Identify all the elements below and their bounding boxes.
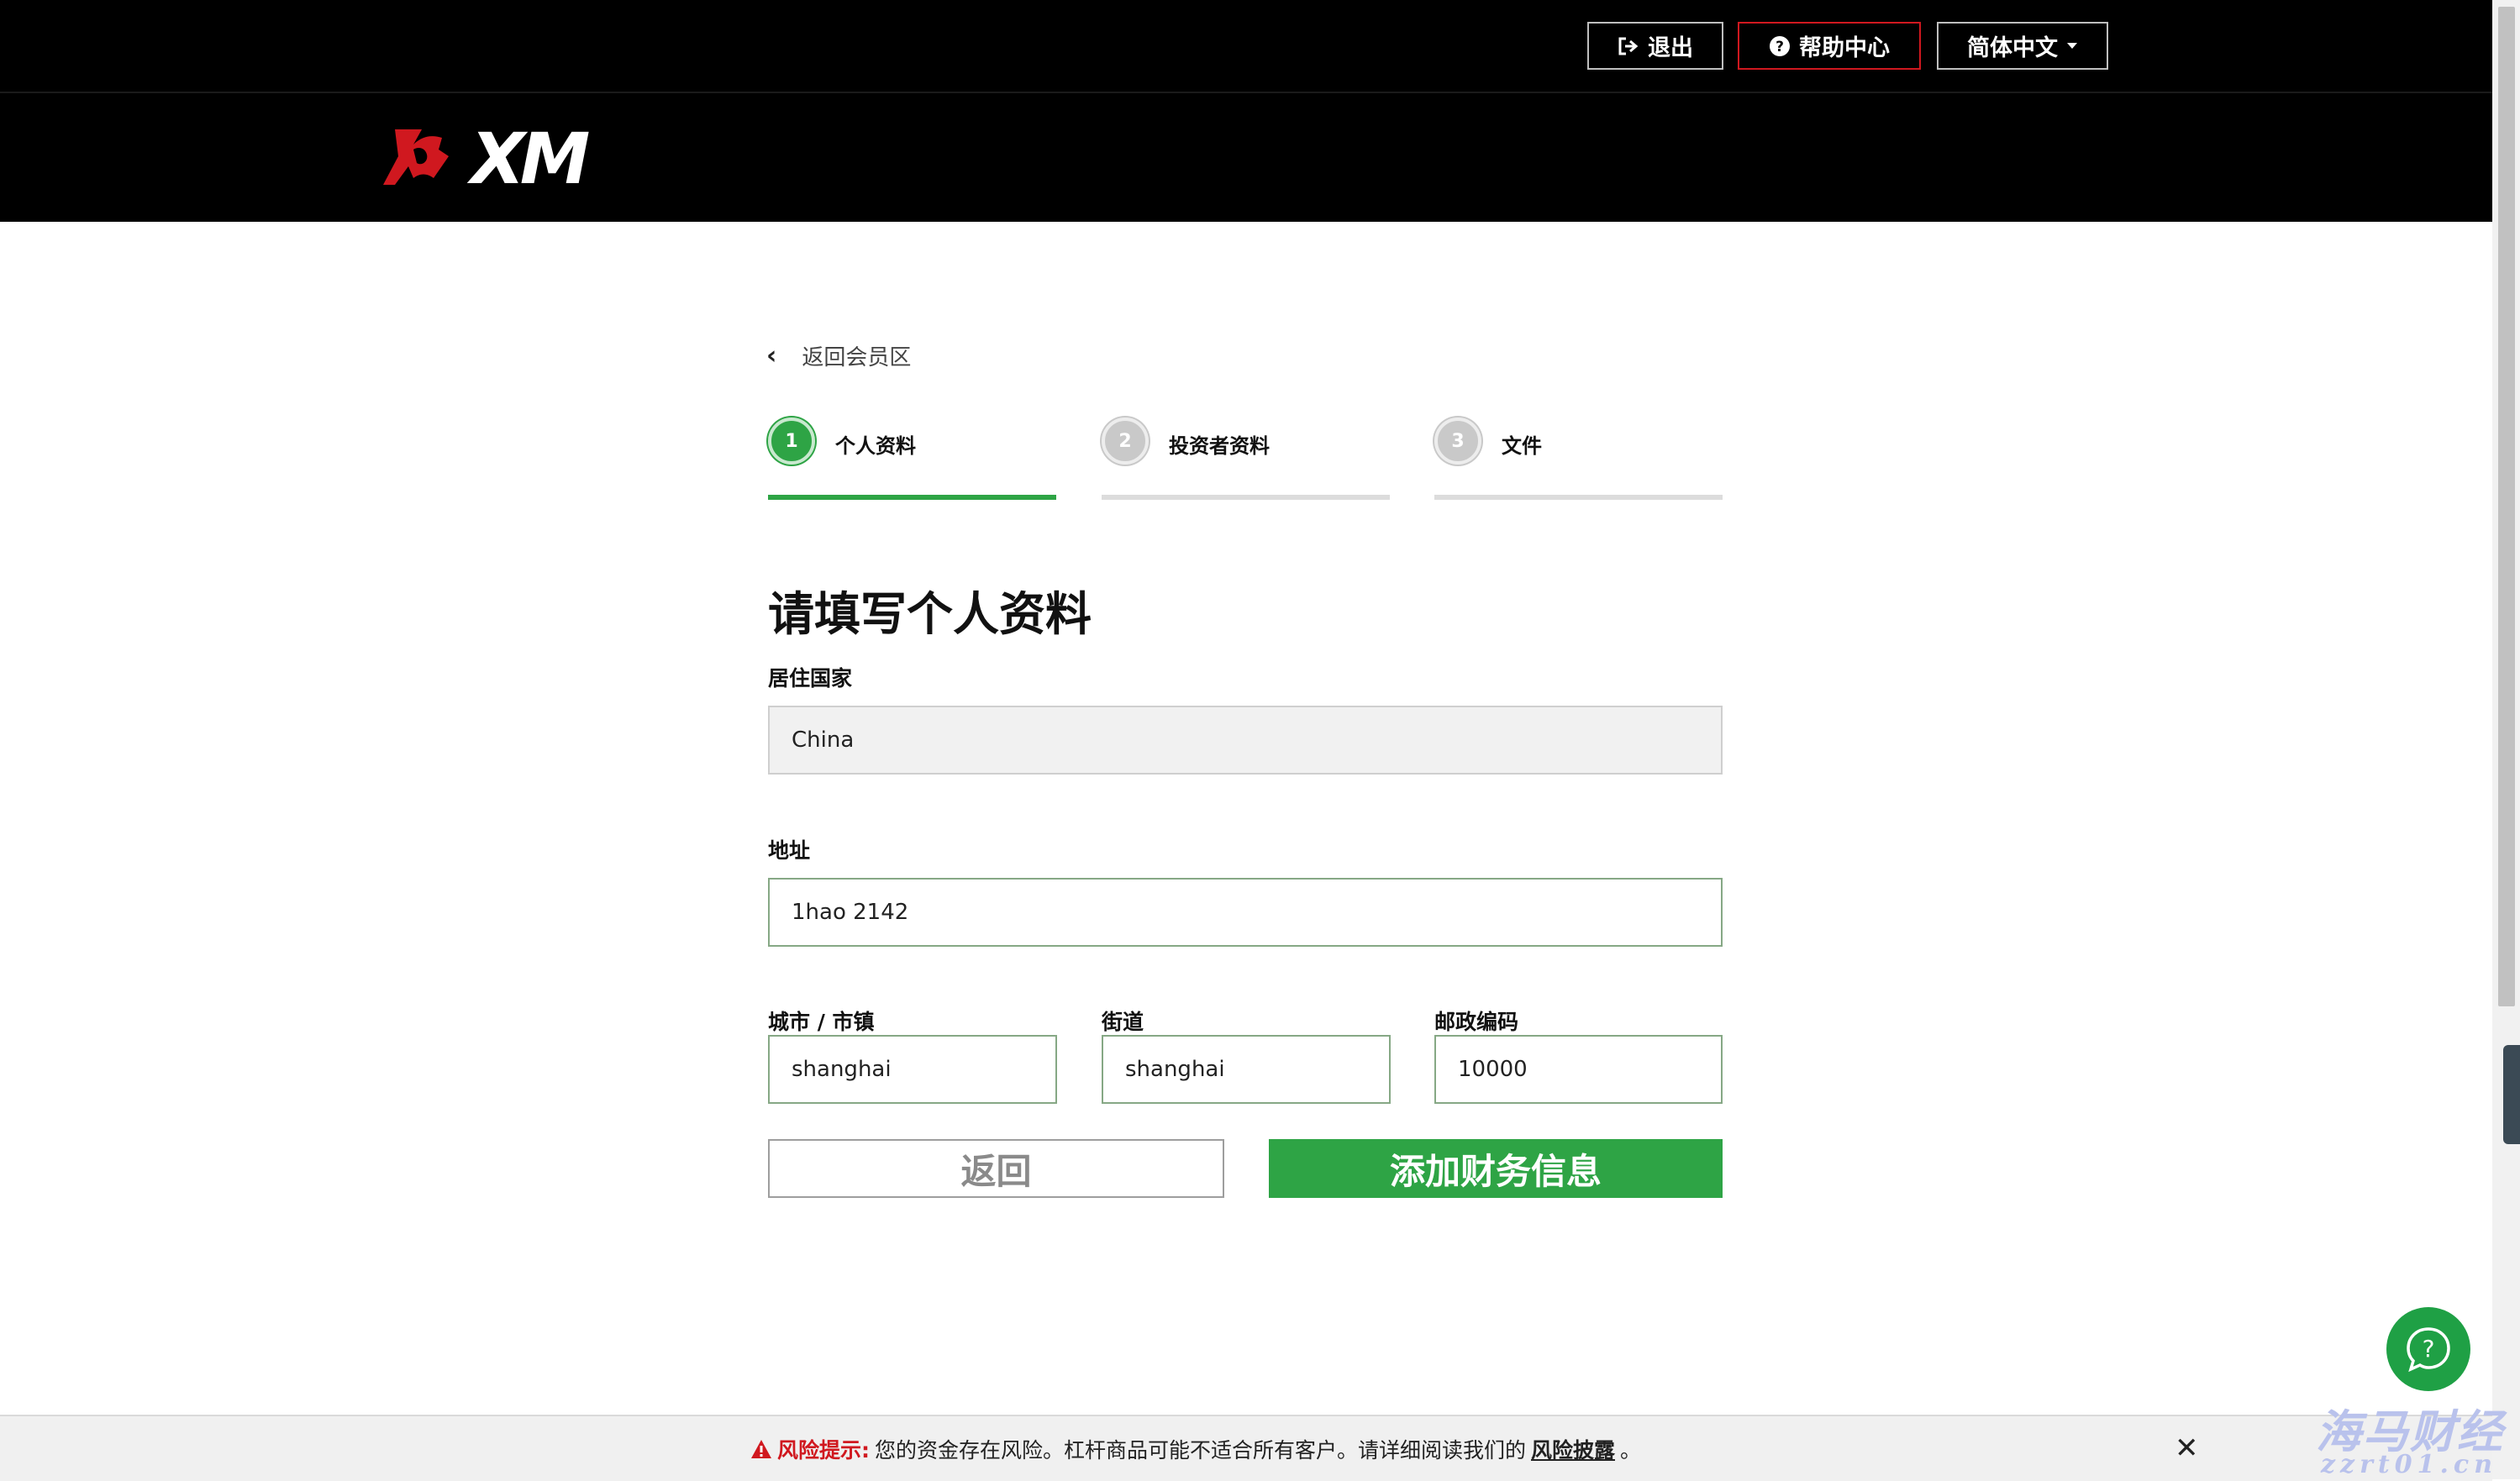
watermark: 海马财经 zzrt01.cn: [2316, 1394, 2517, 1479]
back-link-label: 返回会员区: [802, 345, 912, 370]
city-field[interactable]: [768, 1035, 1057, 1104]
logout-button[interactable]: 退出: [1587, 22, 1723, 70]
bull-logo-icon: XM: [383, 118, 594, 200]
back-to-member-area-link[interactable]: ‹ 返回会员区: [766, 340, 911, 371]
language-label: 简体中文: [1967, 35, 2058, 61]
street-label: 街道: [1102, 1010, 1144, 1034]
step-personal-info: 1 个人资料: [768, 418, 1056, 505]
chevron-left-icon: ‹: [766, 341, 777, 370]
logout-icon: [1618, 37, 1639, 55]
brand-bar: [0, 93, 2492, 222]
risk-warning-end: 。: [1620, 1437, 1642, 1463]
risk-warning-title: 风险提示:: [776, 1437, 870, 1463]
xm-logo[interactable]: XM: [383, 118, 610, 200]
help-center-label: 帮助中心: [1799, 35, 1890, 61]
step-number: 1: [768, 418, 815, 465]
caret-down-icon: [2067, 42, 2077, 49]
street-field[interactable]: [1102, 1035, 1391, 1104]
address-label: 地址: [768, 838, 811, 863]
step-progress-bar: [1434, 495, 1723, 500]
question-bubble-icon: ?: [2407, 1327, 2450, 1373]
address-field[interactable]: [768, 878, 1723, 947]
country-field[interactable]: [768, 706, 1723, 775]
svg-text:?: ?: [2423, 1335, 2435, 1363]
postal-code-field[interactable]: [1434, 1035, 1723, 1104]
risk-warning-text: 您的资金存在风险。杠杆商品可能不适合所有客户。请详细阅读我们的: [874, 1437, 1526, 1463]
step-progress-bar: [768, 495, 1056, 500]
step-number: 3: [1434, 418, 1481, 465]
side-widget-tab[interactable]: [2503, 1045, 2520, 1144]
add-financial-info-button[interactable]: 添加财务信息: [1269, 1139, 1723, 1198]
risk-warning-bar: 风险提示: 您的资金存在风险。杠杆商品可能不适合所有客户。请详细阅读我们的 风险…: [0, 1415, 2492, 1481]
logout-label: 退出: [1648, 35, 1693, 61]
help-chat-button[interactable]: ?: [2386, 1307, 2470, 1391]
step-label: 个人资料: [835, 434, 916, 458]
step-documents: 3 文件: [1434, 418, 1723, 505]
help-center-button[interactable]: ? 帮助中心: [1738, 22, 1921, 70]
city-label: 城市 / 市镇: [768, 1010, 875, 1034]
logo-text: XM: [466, 124, 589, 190]
page-title: 请填写个人资料: [768, 587, 1092, 641]
warning-icon: [750, 1439, 771, 1458]
step-progress-bar: [1102, 495, 1390, 500]
watermark-url: zzrt01.cn: [2321, 1450, 2498, 1479]
scrollbar-thumb[interactable]: [2498, 7, 2515, 1006]
top-bar: 退出 ? 帮助中心 简体中文: [0, 0, 2492, 93]
question-circle-icon: ?: [1770, 35, 1790, 56]
country-label: 居住国家: [768, 666, 853, 691]
step-label: 投资者资料: [1169, 434, 1270, 458]
language-select[interactable]: 简体中文: [1937, 22, 2108, 70]
scrollbar-track[interactable]: [2492, 0, 2520, 1479]
close-icon[interactable]: ✕: [2175, 1431, 2199, 1465]
back-button[interactable]: 返回: [768, 1139, 1224, 1198]
risk-disclosure-link[interactable]: 风险披露: [1531, 1434, 1615, 1464]
postal-code-label: 邮政编码: [1434, 1010, 1519, 1034]
step-number: 2: [1102, 418, 1149, 465]
step-label: 文件: [1502, 434, 1542, 458]
step-investor-info: 2 投资者资料: [1102, 418, 1390, 505]
svg-text:?: ?: [1776, 39, 1784, 55]
